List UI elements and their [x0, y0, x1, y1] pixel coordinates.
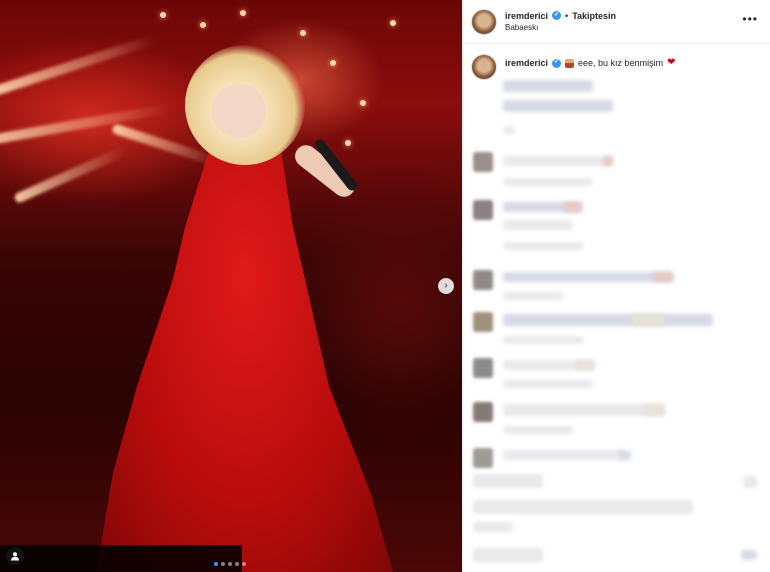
- comment-line: [503, 404, 663, 416]
- blurred-caption-line: [503, 126, 515, 134]
- stage-light-dot: [240, 10, 246, 16]
- stage-light-dot: [360, 100, 366, 106]
- carousel-dot: [221, 562, 225, 566]
- user-tag-button[interactable]: [6, 547, 24, 565]
- stage-light-dot: [160, 12, 166, 18]
- next-photo-button[interactable]: ›: [438, 278, 454, 294]
- comment-line: [741, 550, 757, 560]
- comment-line: [503, 314, 713, 326]
- comment-meta: [503, 426, 573, 434]
- heart-emoji-icon: ❤: [667, 57, 676, 68]
- comment-line: [563, 202, 581, 212]
- header-row: iremderici ✔ • Takiptesin: [505, 11, 616, 21]
- comment-line: [743, 476, 757, 488]
- more-options-icon[interactable]: •••: [742, 12, 758, 26]
- comment-avatar: [473, 152, 493, 172]
- header-text: iremderici ✔ • Takiptesin Babaeskı: [505, 11, 616, 33]
- post-side-panel: iremderici ✔ • Takiptesin Babaeskı ••• i…: [462, 0, 770, 572]
- comment-avatar: [473, 312, 493, 332]
- comment-avatar: [473, 270, 493, 290]
- stage-light-dot: [345, 140, 351, 146]
- carousel-dot: [228, 562, 232, 566]
- comment-avatar: [473, 200, 493, 220]
- comment-line: [575, 360, 595, 370]
- comment-line: [503, 220, 573, 230]
- comment-meta: [503, 292, 563, 300]
- comment-meta: [503, 242, 583, 250]
- location-link[interactable]: Babaeskı: [505, 23, 616, 32]
- header-separator: •: [565, 10, 569, 21]
- instagram-post-view: › iremderici ✔ • Takiptesin Babaeskı •••…: [0, 0, 770, 572]
- avatar[interactable]: [471, 8, 497, 35]
- comment-meta: [503, 380, 593, 388]
- stage-light-dot: [300, 30, 306, 36]
- verified-icon: ✔: [552, 11, 562, 21]
- caption-text: iremderici ✔ eee, bu kız benmişim ❤: [505, 57, 675, 69]
- blurred-caption-line: [503, 100, 613, 112]
- comment-line: [633, 314, 663, 326]
- comment-meta: [503, 178, 593, 186]
- user-tag-icon: [11, 552, 19, 561]
- comment-line: [619, 450, 631, 460]
- caption-body: eee, bu kız benmişim: [578, 57, 664, 68]
- comment-line: [653, 272, 673, 282]
- stage-light-dot: [330, 60, 336, 66]
- verified-icon: ✔: [552, 58, 562, 68]
- post-photo[interactable]: ›: [0, 0, 462, 572]
- post-header: iremderici ✔ • Takiptesin Babaeskı •••: [463, 0, 770, 44]
- comment-avatar: [473, 358, 493, 378]
- comment-meta: [503, 336, 583, 344]
- stage-light-dot: [390, 20, 396, 26]
- blurred-caption-line: [503, 80, 593, 92]
- comment-line: [643, 404, 665, 416]
- comment-line: [473, 548, 543, 562]
- red-dress: [95, 150, 395, 572]
- caption-username[interactable]: iremderici: [505, 58, 548, 69]
- comment-line: [473, 500, 693, 514]
- stage-light-dot: [200, 22, 206, 28]
- stage-light-beam: [13, 146, 127, 204]
- follow-status-button[interactable]: Takiptesin: [572, 11, 616, 21]
- photo-bottom-bar: [0, 545, 242, 572]
- comment-line: [473, 522, 513, 532]
- comment-avatar: [473, 402, 493, 422]
- carousel-dot: [235, 562, 239, 566]
- stage-light-beam: [0, 33, 158, 97]
- singer-head: [185, 45, 305, 165]
- caption-avatar[interactable]: [471, 54, 497, 80]
- post-caption: iremderici ✔ eee, bu kız benmişim ❤: [463, 44, 770, 80]
- carousel-dot: [242, 562, 246, 566]
- comment-line: [503, 156, 613, 166]
- person-emoji-icon: [565, 58, 575, 68]
- username-link[interactable]: iremderici: [505, 11, 548, 21]
- comment-line: [473, 474, 543, 488]
- carousel-dot: [214, 562, 218, 566]
- comment-line: [503, 450, 623, 460]
- carousel-indicator: [214, 562, 246, 566]
- comment-avatar: [473, 448, 493, 468]
- comment-line: [603, 156, 613, 166]
- comment-line: [503, 272, 673, 282]
- chevron-right-icon: ›: [444, 280, 448, 291]
